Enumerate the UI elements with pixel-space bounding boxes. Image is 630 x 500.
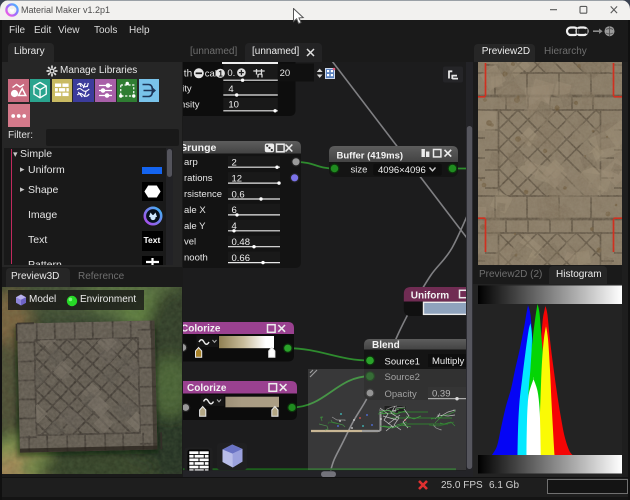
svg-text:Colorize: Colorize [187, 383, 227, 394]
svg-text:vel: vel [184, 237, 196, 248]
svg-text:Blend: Blend [372, 340, 400, 351]
svg-text:2: 2 [232, 158, 237, 169]
svg-text:10: 10 [228, 100, 239, 111]
svg-text:nsity: nsity [183, 99, 200, 110]
svg-text:nooth: nooth [184, 253, 208, 264]
svg-text:4: 4 [228, 84, 233, 95]
svg-text:Buffer (419ms): Buffer (419ms) [337, 151, 404, 162]
svg-text:20: 20 [280, 68, 291, 79]
svg-text:4096×4096: 4096×4096 [378, 165, 426, 176]
svg-text:Grunge: Grunge [183, 142, 216, 154]
svg-text:Colorize: Colorize [183, 324, 221, 335]
svg-text:6: 6 [232, 205, 237, 216]
svg-text:Uniform: Uniform [411, 290, 449, 301]
svg-text:rsistence: rsistence [184, 189, 222, 200]
svg-text:0.: 0. [227, 68, 235, 79]
svg-text:arp: arp [184, 157, 198, 168]
svg-text:cal: cal [205, 68, 217, 79]
svg-text:Source1: Source1 [385, 356, 420, 367]
svg-text:lity: lity [183, 84, 192, 95]
svg-text:ale Y: ale Y [184, 221, 206, 232]
svg-text:0.48: 0.48 [232, 237, 251, 248]
svg-text:0.6: 0.6 [232, 189, 245, 200]
svg-text:4: 4 [232, 221, 237, 232]
svg-text:0.66: 0.66 [232, 253, 251, 264]
svg-text:th: th [184, 69, 192, 80]
svg-text:rations: rations [184, 173, 213, 184]
svg-text:12: 12 [232, 173, 243, 184]
svg-text:Multiply: Multiply [432, 356, 464, 367]
svg-text:ale X: ale X [184, 205, 206, 216]
svg-text:size: size [351, 165, 368, 176]
svg-text:1: 1 [218, 69, 223, 78]
